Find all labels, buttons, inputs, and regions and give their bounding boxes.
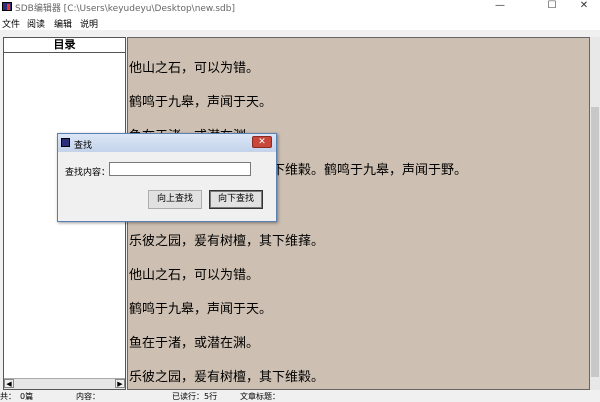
scroll-right-icon[interactable]: ▶ [115,379,125,388]
find-label: 查找内容： [65,168,111,178]
app-icon [2,2,12,11]
toc-header: 目录 [4,38,125,53]
status-article-title: 文章标题： [240,392,280,401]
find-down-button[interactable]: 向下查找 [209,190,263,209]
title-bar: SDB编辑器 [C:\Users\keyudeyu\Desktop\new.sd… [0,0,600,14]
content-line: 乐彼之园，爰有树檀，其下维萚。 [129,234,325,249]
dialog-title-bar[interactable]: 查找 ✕ [58,134,276,152]
maximize-button[interactable]: ☐ [532,0,572,14]
scrollbar-thumb[interactable] [591,107,599,377]
menu-file[interactable]: 文件 [2,17,20,30]
menu-read[interactable]: 阅读 [27,17,45,30]
dialog-app-icon [61,138,70,147]
menu-edit[interactable]: 编辑 [54,17,72,30]
content-line: 乐彼之园，爰有树檀，其下维榖。 [129,370,325,385]
status-bar: 共： 0篇 内容： 已读行：5行 文章标题： [0,390,600,401]
find-input[interactable] [109,162,251,176]
dialog-close-button[interactable]: ✕ [252,136,272,148]
status-count-value: 0篇 [20,392,34,401]
menu-help[interactable]: 说明 [80,17,98,30]
scroll-left-icon[interactable]: ◀ [4,379,14,388]
close-button[interactable]: ✕ [568,0,600,14]
content-line: 他山之石，可以为错。 [129,61,260,76]
find-dialog: 查找 ✕ 查找内容： 向上查找 向下查找 [57,133,277,222]
status-count-label: 共： [0,392,16,401]
window-title: SDB编辑器 [C:\Users\keyudeyu\Desktop\new.sd… [15,4,235,14]
status-content-label: 内容： [76,392,100,401]
content-line: 鹤鸣于九皋，声闻于天。 [129,95,273,110]
content-line: 鱼在于渚，或潜在渊。 [129,336,260,351]
content-line: 鹤鸣于九皋，声闻于天。 [129,302,273,317]
dialog-title: 查找 [74,141,93,151]
toc-horizontal-scrollbar[interactable]: ◀ ▶ [4,378,125,389]
status-read-lines: 已读行：5行 [172,392,218,401]
find-up-button[interactable]: 向上查找 [148,190,202,209]
content-vertical-scrollbar[interactable] [590,37,600,390]
content-line: 他山之石，可以为错。 [129,268,260,283]
minimize-button[interactable]: — [480,0,520,14]
menu-bar: 文件 阅读 编辑 说明 [0,14,600,30]
